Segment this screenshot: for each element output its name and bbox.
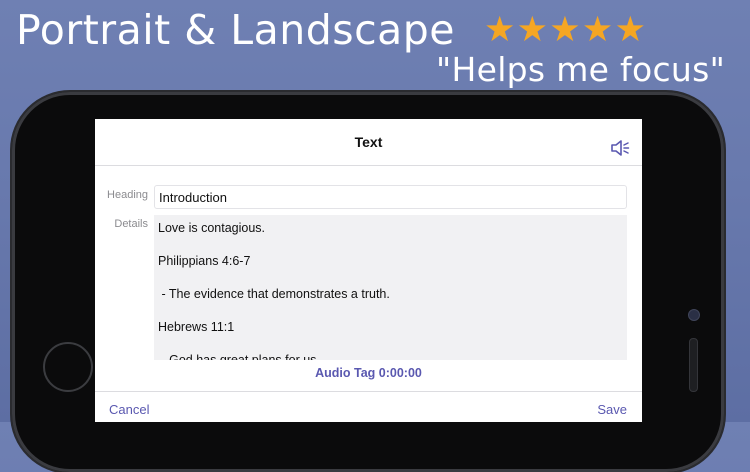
navigation-bar: Text (95, 119, 642, 166)
home-button (43, 342, 93, 392)
rating-stars: ★ ★ ★ ★ ★ (484, 10, 646, 50)
details-label: Details (114, 218, 148, 230)
star-icon: ★ (484, 10, 516, 50)
review-quote: "Helps me focus" (436, 50, 726, 89)
details-line: Hebrews 11:1 (158, 320, 235, 334)
details-line: - God has great plans for us. (158, 353, 320, 360)
save-button[interactable]: Save (597, 402, 627, 417)
speaker-muted-icon[interactable] (610, 139, 630, 157)
details-line: Philippians 4:6-7 (158, 254, 251, 268)
star-icon: ★ (516, 10, 549, 50)
nav-title: Text (354, 134, 383, 150)
earpiece-speaker (689, 338, 698, 392)
heading-input[interactable] (154, 185, 627, 209)
audio-tag-button[interactable]: Audio Tag 0:00:00 (95, 366, 642, 380)
heading-label: Heading (107, 189, 148, 201)
promo-headline: Portrait & Landscape (16, 6, 456, 54)
app-screen: Text Heading Details Love is contagious.… (95, 119, 642, 422)
star-icon: ★ (549, 10, 581, 50)
details-textarea[interactable]: Love is contagious. Philippians 4:6-7 - … (154, 215, 627, 360)
camera-icon (688, 309, 700, 321)
bottom-toolbar: Cancel Save (95, 391, 642, 422)
details-line: Love is contagious. (158, 221, 266, 235)
star-icon: ★ (581, 10, 614, 50)
details-line: - The evidence that demonstrates a truth… (158, 287, 390, 301)
cancel-button[interactable]: Cancel (109, 402, 149, 417)
star-icon: ★ (614, 10, 646, 50)
